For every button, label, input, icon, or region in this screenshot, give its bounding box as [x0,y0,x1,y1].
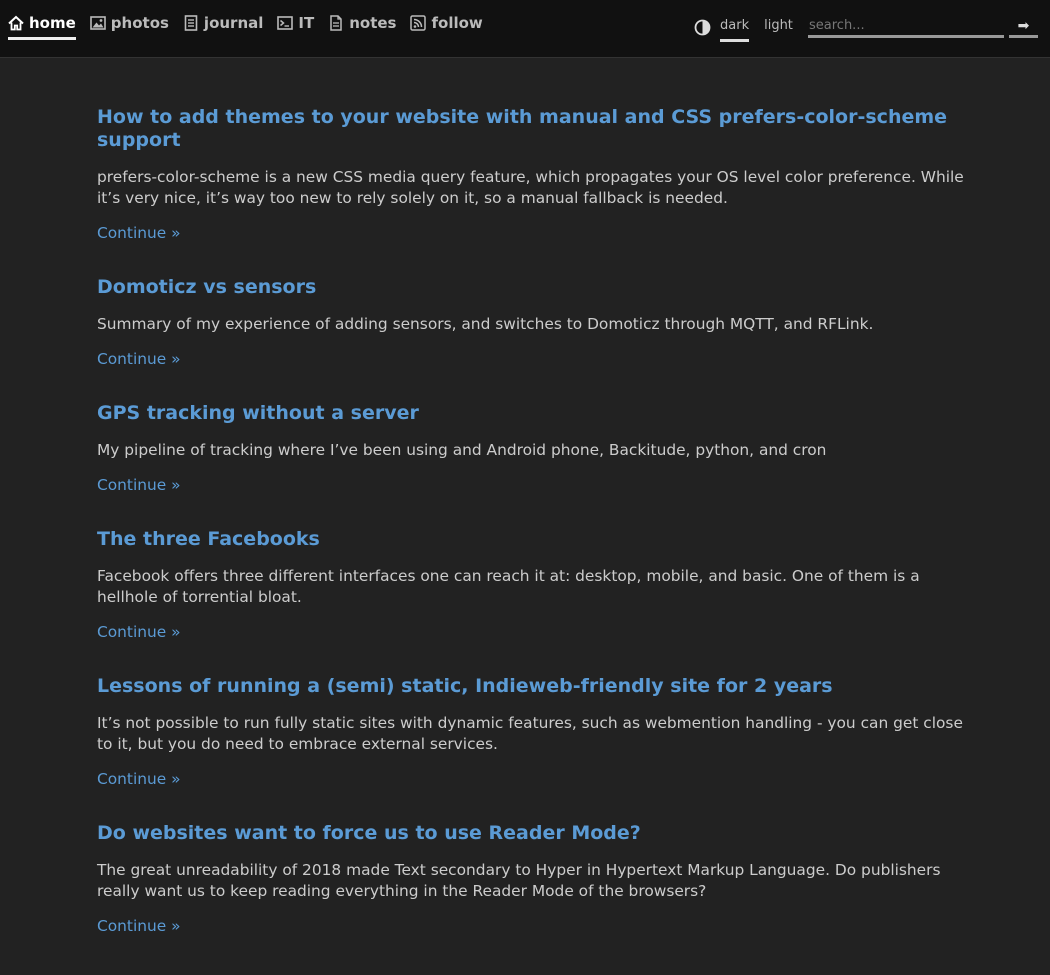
search-button[interactable]: ➡ [1009,16,1038,38]
post-title[interactable]: Domoticz vs sensors [97,276,967,299]
continue-link[interactable]: Continue » [97,916,181,937]
journal-icon [183,15,199,31]
post-summary: Summary of my experience of adding senso… [97,315,874,333]
top-bar: home photos journal IT notes follow dark… [0,0,1050,58]
continue-link[interactable]: Continue » [97,769,181,790]
nav-journal-label: journal [203,14,264,32]
nav-photos-label: photos [110,14,169,32]
nav-it-label: IT [298,14,315,32]
post-summary: It’s not possible to run fully static si… [97,714,963,753]
rss-icon [410,15,427,31]
nav-follow[interactable]: follow [410,14,483,40]
post-title[interactable]: Lessons of running a (semi) static, Indi… [97,675,967,698]
post-title[interactable]: How to add themes to your website with m… [97,106,967,152]
nav-notes-label: notes [349,14,397,32]
post-item: Do websites want to force us to use Read… [97,822,967,937]
post-summary: Facebook offers three different interfac… [97,567,920,606]
post-title[interactable]: GPS tracking without a server [97,402,967,425]
post-item: How to add themes to your website with m… [97,106,967,244]
terminal-icon [277,15,294,31]
main-nav: home photos journal IT notes follow [8,14,497,40]
nav-home[interactable]: home [8,14,76,40]
photo-icon [89,15,106,31]
continue-link[interactable]: Continue » [97,475,181,496]
post-summary: My pipeline of tracking where I’ve been … [97,441,827,459]
post-title[interactable]: Do websites want to force us to use Read… [97,822,967,845]
home-icon [8,15,24,31]
theme-switcher: dark light [694,18,808,42]
post-summary: prefers-color-scheme is a new CSS media … [97,168,964,207]
post-item: Domoticz vs sensors Summary of my experi… [97,276,967,370]
continue-link[interactable]: Continue » [97,622,181,643]
search-input[interactable] [808,16,1004,38]
nav-notes[interactable]: notes [328,14,396,40]
theme-dark-option[interactable]: dark [720,18,750,42]
continue-link[interactable]: Continue » [97,223,181,244]
nav-home-label: home [29,14,76,32]
nav-it[interactable]: IT [277,14,314,40]
post-title[interactable]: The three Facebooks [97,528,967,551]
theme-light-option[interactable]: light [764,18,793,42]
continue-link[interactable]: Continue » [97,349,181,370]
nav-journal[interactable]: journal [183,14,263,40]
nav-photos[interactable]: photos [89,14,169,40]
post-item: Lessons of running a (semi) static, Indi… [97,675,967,790]
post-item: GPS tracking without a server My pipelin… [97,402,967,496]
post-list: How to add themes to your website with m… [97,106,967,969]
contrast-icon [694,19,711,40]
post-summary: The great unreadability of 2018 made Tex… [97,861,941,900]
note-icon [328,15,344,31]
post-item: The three Facebooks Facebook offers thre… [97,528,967,643]
nav-follow-label: follow [431,14,483,32]
